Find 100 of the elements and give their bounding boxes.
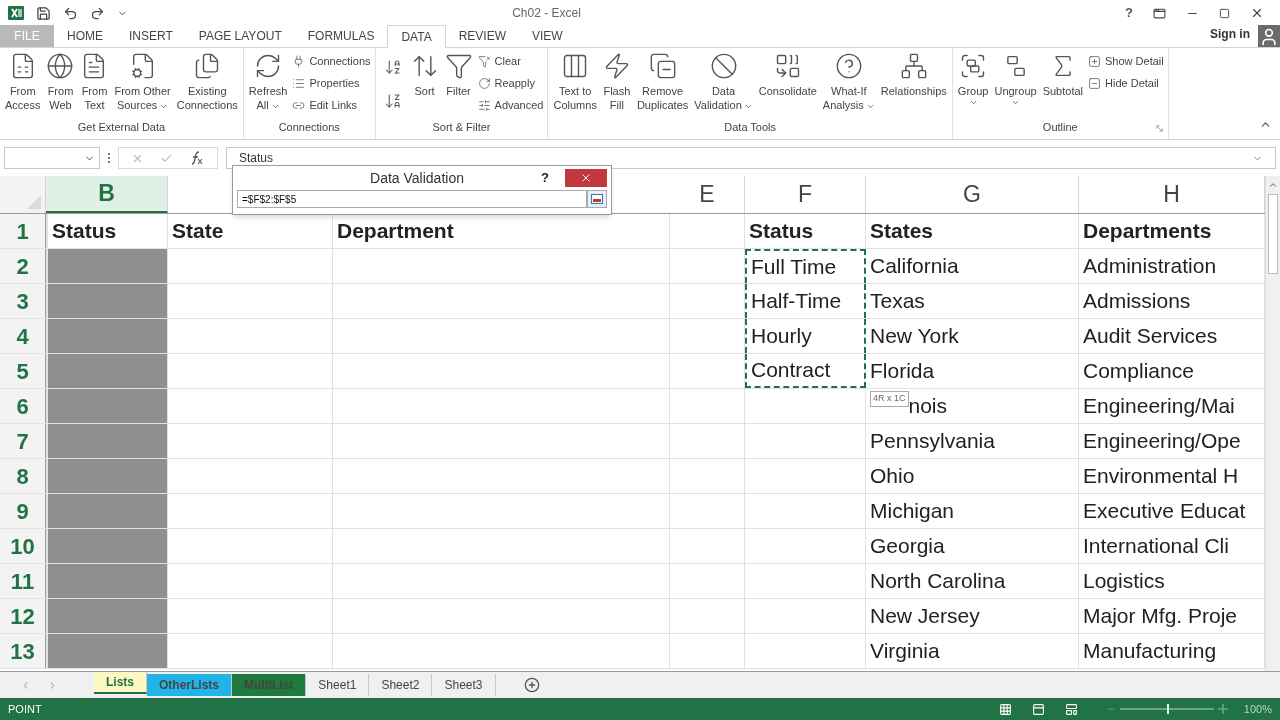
sheet-tab[interactable]: OtherLists bbox=[147, 674, 233, 696]
ribbon-button[interactable]: Existing Connections bbox=[173, 48, 241, 118]
ribbon-button[interactable]: Ungroup bbox=[991, 48, 1040, 118]
ribbon-button[interactable]: Flash Fill bbox=[599, 48, 634, 118]
ribbon-tab[interactable]: PAGE LAYOUT bbox=[185, 25, 295, 47]
help-button[interactable]: ? bbox=[1125, 3, 1133, 23]
zoom-in-icon[interactable] bbox=[1217, 704, 1228, 714]
selected-cell[interactable] bbox=[46, 494, 168, 528]
page-break-icon[interactable] bbox=[1064, 702, 1078, 716]
selected-cell[interactable] bbox=[46, 634, 168, 668]
ribbon-button[interactable]: Remove Duplicates bbox=[633, 48, 692, 118]
zoom-level[interactable]: 100% bbox=[1243, 700, 1272, 718]
close-icon[interactable] bbox=[1250, 6, 1264, 20]
table-cell[interactable]: Status bbox=[745, 214, 866, 248]
scroll-up-icon[interactable] bbox=[1268, 180, 1278, 190]
row-header[interactable]: 13 bbox=[0, 634, 46, 668]
zoom-thumb[interactable] bbox=[1166, 704, 1169, 714]
selected-cell[interactable] bbox=[46, 529, 168, 563]
row-header[interactable]: 5 bbox=[0, 354, 46, 388]
selected-cell[interactable] bbox=[46, 564, 168, 598]
selected-cell[interactable] bbox=[46, 249, 168, 283]
row-header[interactable]: 6 bbox=[0, 389, 46, 423]
maximize-icon[interactable] bbox=[1219, 7, 1230, 19]
name-box[interactable] bbox=[4, 147, 100, 169]
ribbon-button[interactable]: From Other Sources bbox=[111, 48, 174, 118]
table-cell[interactable]: Georgia bbox=[866, 529, 1079, 563]
table-cell[interactable]: Pennsylvania bbox=[866, 424, 1079, 458]
table-cell[interactable]: Virginia bbox=[866, 634, 1079, 668]
sheet-tab[interactable]: Sheet3 bbox=[432, 674, 496, 696]
ribbon-button[interactable]: Data Validation bbox=[691, 48, 756, 118]
ribbon-button[interactable]: Sort bbox=[407, 48, 442, 118]
sheet-tab[interactable]: Sheet1 bbox=[306, 674, 370, 696]
ribbon-tab[interactable]: HOME bbox=[54, 25, 116, 47]
selected-cell[interactable] bbox=[46, 424, 168, 458]
ribbon-tab[interactable]: DATA bbox=[387, 25, 446, 48]
ribbon-tab[interactable]: REVIEW bbox=[445, 25, 519, 47]
ribbon-button[interactable]: Text to Columns bbox=[550, 48, 600, 118]
table-cell[interactable]: New Jersey bbox=[866, 599, 1079, 633]
table-cell[interactable]: States bbox=[866, 214, 1079, 248]
table-cell[interactable]: New York bbox=[866, 319, 1079, 353]
ribbon-small-button[interactable]: Properties bbox=[290, 74, 373, 93]
ribbon-button[interactable]: Filter bbox=[441, 48, 476, 118]
ribbon-small-button[interactable]: Reapply bbox=[475, 74, 546, 93]
row-header[interactable]: 1 bbox=[0, 214, 46, 248]
ribbon-button[interactable]: From Access bbox=[2, 48, 44, 118]
undo-icon[interactable] bbox=[63, 5, 78, 21]
selected-cell[interactable] bbox=[46, 599, 168, 633]
selected-cell[interactable] bbox=[46, 319, 168, 353]
ribbon-button[interactable]: What-If Analysis bbox=[819, 48, 878, 118]
row-header[interactable]: 3 bbox=[0, 284, 46, 318]
normal-view-icon[interactable] bbox=[998, 702, 1012, 716]
sign-in-link[interactable]: Sign in bbox=[1210, 25, 1250, 43]
table-cell[interactable]: Full Time bbox=[745, 249, 866, 283]
selected-cell[interactable] bbox=[46, 459, 168, 493]
row-header[interactable]: 2 bbox=[0, 249, 46, 283]
page-layout-icon[interactable] bbox=[1031, 702, 1045, 716]
ribbon-button[interactable]: Group bbox=[954, 48, 992, 118]
ribbon-button[interactable]: Refresh All bbox=[245, 48, 291, 118]
ribbon-button[interactable]: From Web bbox=[43, 48, 78, 118]
table-cell[interactable]: Texas bbox=[866, 284, 1079, 318]
vertical-scrollbar[interactable] bbox=[1265, 176, 1280, 671]
function-icon[interactable] bbox=[189, 151, 203, 165]
row-header[interactable]: 9 bbox=[0, 494, 46, 528]
sheet-tab[interactable]: Lists bbox=[94, 672, 147, 694]
ribbon-small-button[interactable]: Connections bbox=[290, 52, 373, 71]
table-cell[interactable]: Half-Time bbox=[745, 284, 866, 318]
ribbon-small-button[interactable]: Clear bbox=[475, 52, 546, 71]
ribbon-button[interactable]: Subtotal bbox=[1039, 48, 1086, 118]
sheet-tab[interactable]: Sheet2 bbox=[369, 674, 433, 696]
table-cell[interactable]: Contract bbox=[745, 354, 866, 388]
row-header[interactable]: 11 bbox=[0, 564, 46, 598]
table-cell[interactable]: Ohio bbox=[866, 459, 1079, 493]
selected-cell[interactable] bbox=[46, 389, 168, 423]
ribbon-small-button[interactable]: Hide Detail bbox=[1086, 74, 1166, 93]
ribbon-small-button[interactable]: Advanced bbox=[475, 96, 546, 115]
ribbon-button[interactable]: From Text bbox=[77, 48, 112, 118]
select-all-corner[interactable] bbox=[0, 176, 46, 213]
table-cell[interactable]: Michigan bbox=[866, 494, 1079, 528]
range-field[interactable]: =$F$2:$F$5 bbox=[237, 190, 587, 208]
ribbon-button[interactable]: Relationships bbox=[877, 48, 950, 118]
ribbon-tab[interactable]: FORMULAS bbox=[294, 25, 388, 47]
ribbon-display-icon[interactable] bbox=[1153, 6, 1166, 20]
row-header[interactable]: 4 bbox=[0, 319, 46, 353]
selected-cell[interactable] bbox=[46, 354, 168, 388]
row-header[interactable]: 8 bbox=[0, 459, 46, 493]
dialog-launcher-icon[interactable] bbox=[1154, 124, 1164, 133]
column-header[interactable]: B bbox=[46, 176, 168, 213]
table-cell[interactable]: California bbox=[866, 249, 1079, 283]
row-header[interactable]: 7 bbox=[0, 424, 46, 458]
add-sheet-icon[interactable] bbox=[523, 677, 540, 693]
save-icon[interactable] bbox=[36, 5, 51, 21]
row-header[interactable]: 12 bbox=[0, 599, 46, 633]
table-cell[interactable]: Florida bbox=[866, 354, 1079, 388]
row-header[interactable]: 10 bbox=[0, 529, 46, 563]
ribbon-tab[interactable]: INSERT bbox=[116, 25, 186, 47]
table-cell[interactable]: Hourly bbox=[745, 319, 866, 353]
table-cell[interactable]: North Carolina bbox=[866, 564, 1079, 598]
expand-dialog-button[interactable] bbox=[587, 190, 607, 208]
ribbon-small-button[interactable]: Edit Links bbox=[290, 96, 373, 115]
ribbon-small-button[interactable]: Show Detail bbox=[1086, 52, 1166, 71]
